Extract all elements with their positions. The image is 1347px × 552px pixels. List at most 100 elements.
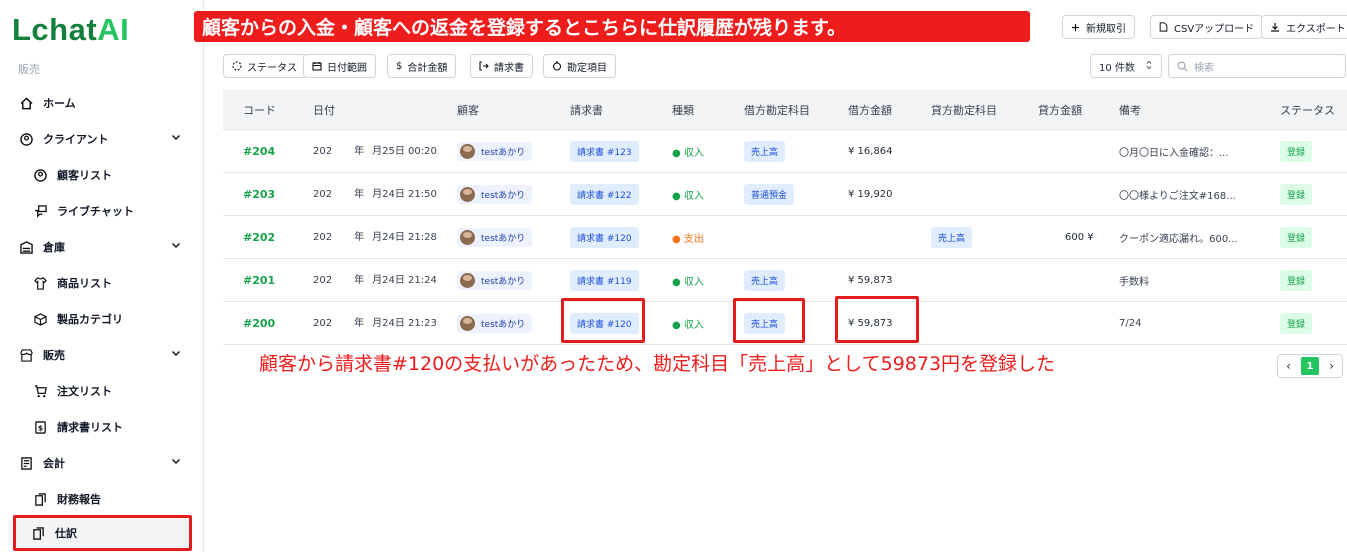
csv-upload-button[interactable]: CSVアップロード xyxy=(1150,15,1264,39)
row-date: 202 年月24日 21:50 xyxy=(313,176,437,212)
customer-chip[interactable]: testあかり xyxy=(457,270,533,290)
chevron-down-icon xyxy=(170,239,182,254)
search-icon xyxy=(1177,61,1188,72)
credit-amount: 600 ¥ xyxy=(1065,231,1094,243)
annotation-banner: 顧客からの入金・顧客への返金を登録するとこちらに仕訳履歴が残ります。 xyxy=(194,11,1030,42)
tag-icon xyxy=(552,61,562,71)
row-date: 202 年月25日 00:20 xyxy=(313,133,437,169)
header-debit-amount: 借方金額 xyxy=(848,103,892,117)
table-row[interactable]: #201 202 年月24日 21:24 testあかり 請求書 #119 ● 収… xyxy=(223,259,1347,302)
avatar xyxy=(460,186,475,202)
app-logo[interactable]: LchatAI xyxy=(12,12,129,48)
page-button-current[interactable]: 1 xyxy=(1301,357,1319,375)
table-row[interactable]: #203 202 年月24日 21:50 testあかり 請求書 #122 ● 収… xyxy=(223,173,1347,216)
sidebar-item-customer-list[interactable]: 顧客リスト xyxy=(32,161,182,189)
type-badge: ● 収入 xyxy=(672,147,704,159)
header-note: 備考 xyxy=(1119,103,1141,117)
prev-page-button[interactable]: ‹ xyxy=(1278,355,1299,377)
avatar xyxy=(460,272,475,288)
sidebar-item-warehouse[interactable]: 倉庫 xyxy=(18,233,188,261)
avatar xyxy=(460,315,475,331)
row-code[interactable]: #202 xyxy=(243,231,275,244)
export-button[interactable]: エクスポート xyxy=(1261,15,1347,39)
invoice-link[interactable]: 請求書 #120 xyxy=(570,226,639,248)
box-icon xyxy=(32,311,48,327)
next-page-button[interactable]: › xyxy=(1321,355,1342,377)
sidebar-item-client[interactable]: クライアント xyxy=(18,125,188,153)
sidebar-item-live-chat[interactable]: ライブチャット xyxy=(32,197,182,225)
row-code[interactable]: #200 xyxy=(243,317,275,330)
customer-chip[interactable]: testあかり xyxy=(457,313,533,333)
per-page-select[interactable]: 10 件数 xyxy=(1090,54,1162,78)
debit-amount: ¥ 19,920 xyxy=(848,188,893,200)
customer-chip[interactable]: testあかり xyxy=(457,184,533,204)
debit-account-badge: 売上高 xyxy=(744,140,786,162)
table-row[interactable]: #204 202 年月25日 00:20 testあかり 請求書 #123 ● 収… xyxy=(223,130,1347,173)
sidebar-item-home[interactable]: ホーム xyxy=(18,89,188,117)
customer-chip[interactable]: testあかり xyxy=(457,141,533,161)
debit-account-badge: 普通預金 xyxy=(744,183,795,205)
type-badge: ● 収入 xyxy=(672,190,704,202)
debit-amount: ¥ 59,873 xyxy=(848,274,893,286)
row-date: 202 年月24日 21:24 xyxy=(313,262,437,298)
header-code: コード xyxy=(243,103,276,117)
sidebar-item-product-category[interactable]: 製品カテゴリ xyxy=(32,305,182,333)
type-badge: ● 収入 xyxy=(672,319,704,331)
invoice-link[interactable]: 請求書 #119 xyxy=(570,269,639,291)
customer-chip[interactable]: testあかり xyxy=(457,227,533,247)
filter-total-amount-button[interactable]: $ 合計金額 xyxy=(387,54,457,78)
warehouse-icon xyxy=(18,239,34,255)
row-code[interactable]: #203 xyxy=(243,188,275,201)
filter-status-button[interactable]: ステータス xyxy=(223,54,306,78)
filter-invoice-button[interactable]: 請求書 xyxy=(470,54,533,78)
table-row[interactable]: #200 202 年月24日 21:23 testあかり 請求書 #120 ● 収… xyxy=(223,296,1347,345)
sidebar-item-accounting[interactable]: 会計 xyxy=(18,449,188,477)
sidebar-item-product-list[interactable]: 商品リスト xyxy=(32,269,182,297)
row-note: 7/24 xyxy=(1119,317,1142,329)
sidebar-item-journal[interactable]: 仕訳 xyxy=(13,515,192,551)
filter-date-range-button[interactable]: 日付範囲 xyxy=(303,54,376,78)
ledger-icon xyxy=(18,455,34,471)
report-icon xyxy=(32,491,48,507)
status-badge: 登録 xyxy=(1280,269,1313,291)
invoice-link[interactable]: 請求書 #123 xyxy=(570,140,639,162)
filter-account-item-button[interactable]: 勘定項目 xyxy=(543,54,616,78)
sidebar-item-order-list[interactable]: 注文リスト xyxy=(32,377,182,405)
journal-table: コード 日付 顧客 請求書 種類 借方勘定科目 借方金額 貸方勘定科目 貸方金額… xyxy=(223,90,1347,345)
cart-icon xyxy=(32,383,48,399)
status-badge: 登録 xyxy=(1280,312,1313,334)
svg-text:$: $ xyxy=(37,423,42,432)
sidebar-item-sales[interactable]: 販売 xyxy=(18,341,188,369)
sidebar-item-financial-report[interactable]: 財務報告 xyxy=(32,485,182,513)
file-icon xyxy=(1159,22,1168,32)
chevron-down-icon xyxy=(170,131,182,146)
header-debit-account: 借方勘定科目 xyxy=(744,103,810,117)
store-icon xyxy=(18,347,34,363)
header-credit-account: 貸方勘定科目 xyxy=(931,103,997,117)
download-icon xyxy=(1270,22,1280,32)
highlight-account-box xyxy=(733,298,805,343)
home-icon xyxy=(18,95,34,111)
chevron-down-icon xyxy=(170,347,182,362)
row-code[interactable]: #201 xyxy=(243,274,275,287)
header-type: 種類 xyxy=(672,103,694,117)
header-credit-amount: 貸方金額 xyxy=(1038,103,1082,117)
sidebar-item-invoice-list[interactable]: $ 請求書リスト xyxy=(32,413,182,441)
avatar xyxy=(460,143,475,159)
header-date: 日付 xyxy=(313,103,335,117)
updown-icon xyxy=(1145,60,1153,73)
chat-icon xyxy=(32,203,48,219)
status-icon xyxy=(232,61,242,71)
row-date: 202 年月24日 21:28 xyxy=(313,219,437,255)
row-code[interactable]: #204 xyxy=(243,145,275,158)
chevron-down-icon xyxy=(170,455,182,470)
row-date: 202 年月24日 21:23 xyxy=(313,305,437,341)
status-badge: 登録 xyxy=(1280,226,1313,248)
header-customer: 顧客 xyxy=(457,103,479,117)
invoice-link[interactable]: 請求書 #122 xyxy=(570,183,639,205)
new-entry-button[interactable]: 新規取引 xyxy=(1062,15,1135,39)
user-circle-icon xyxy=(32,167,48,183)
table-row[interactable]: #202 202 年月24日 21:28 testあかり 請求書 #120 ● 支… xyxy=(223,216,1347,259)
status-badge: 登録 xyxy=(1280,140,1313,162)
search-input[interactable]: 検索 xyxy=(1168,54,1346,78)
